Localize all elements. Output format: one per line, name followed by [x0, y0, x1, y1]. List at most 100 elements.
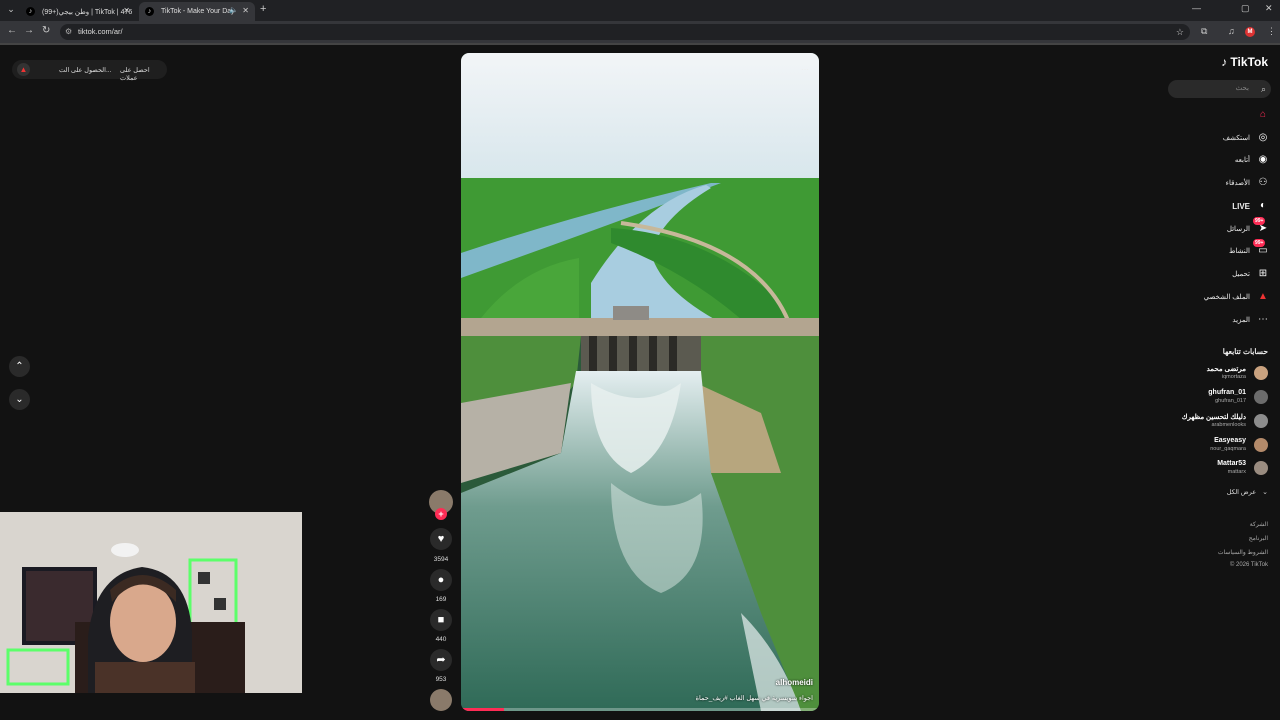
footer-link-company[interactable]: الشركة [1250, 521, 1268, 528]
forward-icon[interactable]: → [24, 25, 34, 36]
activity-icon: ▭ 99+ [1253, 239, 1268, 256]
browser-profile-avatar[interactable]: M [1245, 27, 1255, 37]
video-author[interactable]: alhomeidi [776, 678, 813, 687]
tab-title: TikTok - Make Your Day [161, 8, 235, 15]
nav-activity[interactable]: النشاط ▭ 99+ [1228, 239, 1270, 259]
share-icon[interactable]: ➦ [430, 649, 452, 671]
nav-profile[interactable]: الملف الشخصي ▲ [1204, 289, 1270, 305]
right-sidebar: ♪ TikTok بحث ⌕ ⌂ استكشف ◎ أتابعه ◉ الأصد… [1160, 50, 1280, 670]
share-count: 953 [435, 676, 447, 683]
activity-badge: 99+ [1253, 239, 1266, 247]
video-menu-icon[interactable]: ⋯ [801, 65, 809, 74]
close-tab-icon[interactable]: ✕ [123, 6, 130, 15]
browser-menu-icon[interactable]: ⋮ [1267, 26, 1276, 37]
avatar [1254, 366, 1268, 380]
video-progress-fill [461, 708, 504, 711]
tiktok-favicon-icon: ♪ [26, 7, 35, 16]
like-icon[interactable]: ♥ [430, 528, 452, 550]
video-player[interactable]: ⋯ alhomeidi اجواء سويسرية في سهل الغاب #… [461, 53, 819, 711]
browser-tab-1[interactable]: ♪ (99+)وطن بيجي | TikTok | 476 ✕ [20, 2, 136, 21]
nav-home[interactable]: ⌂ [1250, 107, 1270, 123]
footer-link-terms[interactable]: الشروط والسياسات [1218, 549, 1268, 556]
nav-label: تحميل [1232, 271, 1250, 278]
back-icon[interactable]: ← [7, 25, 17, 36]
media-control-icon[interactable]: ♫ [1228, 26, 1235, 36]
address-toolbar: ← → ↻ ⚙ tiktok.com/ar/ ☆ ⧉ ♫ ⋮ [0, 21, 1280, 43]
bookmark-icon[interactable]: ■ [430, 609, 452, 631]
nav-label: أتابعه [1234, 157, 1250, 164]
following-account[interactable]: ghufran_01 ghufran_017 [1158, 387, 1268, 409]
account-handle: mattarx [1227, 469, 1246, 475]
comment-count: 169 [435, 596, 447, 603]
following-icon: ◉ [1258, 154, 1268, 165]
account-name: مرتضى محمد [1206, 366, 1246, 373]
more-icon: ⋯ [1258, 314, 1268, 325]
see-all-button[interactable]: عرض الكل ⌄ [1227, 488, 1268, 496]
tab-title: (99+)وطن بيجي | TikTok | 476 [42, 8, 133, 16]
tab-search-icon[interactable]: ⌄ [5, 4, 17, 16]
comment-icon[interactable]: ● [430, 569, 452, 591]
account-handle: iqmortaza [1221, 374, 1246, 380]
nav-more[interactable]: المزيد ⋯ [1232, 312, 1270, 328]
following-account[interactable]: دليلك لتحسين مظهرك arabmenlooks [1158, 411, 1268, 433]
search-input[interactable]: بحث ⌕ [1168, 80, 1271, 98]
browser-tab-2[interactable]: ♪ TikTok - Make Your Day 🔈 ✕ [139, 2, 255, 21]
new-tab-icon[interactable]: + [260, 3, 266, 15]
following-section-title: حسابات تتابعها [1222, 347, 1268, 356]
avatar [1254, 461, 1268, 475]
following-account[interactable]: Easyeasy nour_qaqmara [1158, 435, 1268, 457]
user-avatar[interactable]: ▲ [17, 63, 30, 76]
follow-plus-icon[interactable]: + [435, 508, 447, 520]
nav-friends[interactable]: الأصدقاء ⚇ [1226, 175, 1270, 191]
get-coins-button[interactable]: احصل على عملات [120, 66, 167, 82]
like-count: 3594 [433, 556, 449, 563]
video-frame [461, 53, 819, 711]
toolbar-divider [0, 43, 1280, 45]
webcam-image [0, 512, 302, 693]
nav-live[interactable]: LIVE ◐ [1232, 198, 1270, 214]
avatar [1254, 390, 1268, 404]
nav-label: المزيد [1232, 317, 1250, 324]
url-text: tiktok.com/ar/ [78, 27, 123, 36]
close-tab-icon[interactable]: ✕ [242, 6, 249, 15]
search-placeholder: بحث [1235, 85, 1249, 92]
footer-link-program[interactable]: البرنامج [1249, 535, 1268, 542]
minimize-icon[interactable]: — [1192, 3, 1201, 13]
previous-video-button[interactable]: ⌃ [9, 356, 30, 377]
reload-icon[interactable]: ↻ [42, 25, 50, 36]
nav-upload[interactable]: تحميل ⊞ [1232, 266, 1270, 282]
speaker-icon[interactable]: 🔈 [229, 6, 238, 14]
following-account[interactable]: Mattar53 mattarx [1158, 458, 1268, 480]
nav-explore[interactable]: استكشف ◎ [1223, 130, 1270, 146]
top-actions-pill: ▲ الحصول على الت... احصل على عملات [12, 60, 167, 82]
extensions-icon[interactable]: ⧉ [1201, 26, 1207, 37]
nav-messages[interactable]: الرسائل ➤ 99+ [1226, 217, 1270, 237]
tiktok-logo[interactable]: ♪ TikTok [1221, 55, 1268, 69]
home-icon: ⌂ [1259, 109, 1267, 120]
see-all-label: عرض الكل [1226, 489, 1257, 496]
tiktok-note-icon: ♪ [1221, 55, 1228, 69]
nav-label: النشاط [1228, 248, 1250, 255]
tiktok-favicon-icon: ♪ [145, 7, 154, 16]
video-progress-bar[interactable] [461, 708, 819, 711]
nav-label: الرسائل [1226, 226, 1250, 233]
next-video-button[interactable]: ⌄ [9, 389, 30, 410]
nav-label: الأصدقاء [1225, 180, 1250, 187]
sound-avatar[interactable] [430, 689, 452, 711]
browser-tab-bar: ⌄ ♪ (99+)وطن بيجي | TikTok | 476 ✕ ♪ Tik… [0, 0, 1280, 21]
close-window-icon[interactable]: ✕ [1265, 3, 1273, 14]
nav-following[interactable]: أتابعه ◉ [1235, 152, 1270, 168]
url-bar[interactable]: ⚙ tiktok.com/ar/ ☆ [60, 24, 1190, 40]
site-info-icon[interactable]: ⚙ [65, 24, 72, 40]
following-account[interactable]: مرتضى محمد iqmortaza [1158, 363, 1268, 385]
chevron-down-icon: ⌄ [1262, 489, 1268, 496]
nav-label: LIVE [1232, 201, 1250, 211]
bookmark-star-icon[interactable]: ☆ [1176, 24, 1184, 40]
save-count: 440 [435, 636, 447, 643]
search-icon[interactable]: ⌕ [1261, 80, 1266, 98]
footer-copyright: © 2026 TikTok [1229, 562, 1268, 568]
nav-label: استكشف [1222, 135, 1250, 142]
nav-label: الملف الشخصي [1203, 294, 1250, 301]
get-app-button[interactable]: الحصول على الت... [59, 66, 111, 74]
maximize-icon[interactable]: ▢ [1241, 3, 1250, 14]
